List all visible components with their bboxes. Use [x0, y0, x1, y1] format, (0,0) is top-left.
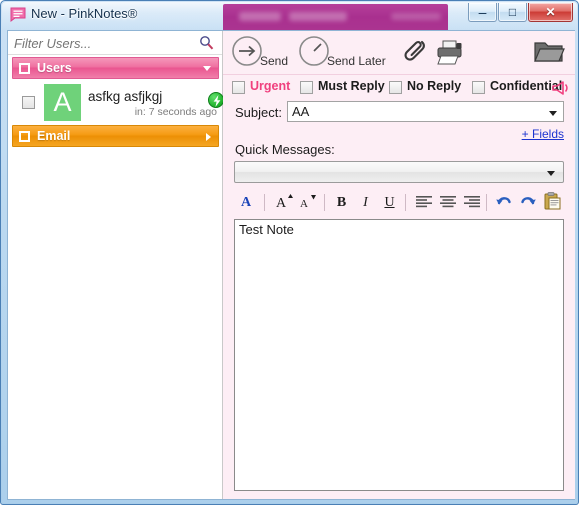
svg-text:A: A: [275, 196, 286, 211]
subject-input[interactable]: [292, 104, 542, 119]
subject-label: Subject:: [235, 105, 282, 120]
sidebar-group-users[interactable]: Users: [12, 57, 219, 79]
decrease-font-icon[interactable]: A: [296, 191, 319, 214]
maximize-icon: □: [508, 5, 517, 19]
group-users-checkbox[interactable]: [19, 63, 30, 74]
checkbox-box: [300, 81, 313, 94]
minimize-icon: –: [478, 4, 487, 20]
speaker-icon[interactable]: [550, 79, 570, 102]
sidebar-group-email[interactable]: Email: [12, 125, 219, 147]
redacted-text-block: [289, 12, 347, 21]
redacted-text-block: [239, 12, 281, 21]
svg-text:A: A: [300, 198, 308, 210]
font-color-icon[interactable]: A: [234, 191, 257, 214]
user-last-seen: in: 7 seconds ago: [134, 106, 217, 118]
message-flags-row: Urgent Must Reply No Reply Confidential: [223, 75, 575, 101]
align-left-icon[interactable]: [412, 191, 435, 214]
online-bolt-icon: [208, 92, 224, 108]
send-button[interactable]: Send: [260, 54, 288, 68]
quick-messages-label: Quick Messages:: [235, 142, 335, 157]
format-toolbar: A A A B I U: [234, 191, 564, 216]
window-inner: New - PinkNotes® – □ ✕ Filter Users... U…: [2, 2, 577, 503]
add-fields-link[interactable]: + Fields: [522, 127, 564, 141]
close-icon: ✕: [545, 5, 556, 19]
recipient-banner[interactable]: [223, 4, 448, 30]
underline-icon[interactable]: U: [378, 191, 401, 214]
close-button[interactable]: ✕: [528, 3, 573, 22]
message-body-text: Test Note: [239, 222, 294, 237]
align-right-icon[interactable]: [460, 191, 483, 214]
recipients-panel: Users A asfkg asfjkgj in: 7 seconds ago …: [8, 31, 224, 499]
checkbox-box: [232, 81, 245, 94]
quick-messages-select[interactable]: [234, 161, 564, 183]
search-icon[interactable]: [199, 35, 214, 50]
svg-text:A: A: [240, 195, 251, 210]
undo-icon[interactable]: [492, 191, 515, 214]
paperclip-icon[interactable]: [404, 37, 430, 72]
note-icon: [10, 7, 26, 22]
compose-toolbar: Send Send Later: [223, 31, 575, 75]
list-item[interactable]: A asfkg asfjkgj in: 7 seconds ago: [12, 81, 224, 124]
increase-font-icon[interactable]: A: [272, 191, 295, 214]
group-users-label: Users: [37, 61, 72, 75]
redacted-text-block: [391, 13, 441, 20]
must-reply-label: Must Reply: [318, 79, 385, 93]
italic-icon[interactable]: I: [354, 191, 377, 214]
toolbar-separator: [264, 194, 265, 211]
window-title: New - PinkNotes®: [31, 6, 138, 21]
align-center-icon[interactable]: [436, 191, 459, 214]
maximize-button[interactable]: □: [498, 3, 527, 22]
toolbar-separator: [405, 194, 406, 211]
chevron-right-icon[interactable]: [206, 133, 211, 141]
arrow-right-circle-icon[interactable]: [231, 35, 263, 72]
toolbar-separator: [324, 194, 325, 211]
group-email-label: Email: [37, 129, 71, 143]
paste-icon[interactable]: [540, 191, 563, 214]
urgent-label: Urgent: [250, 79, 291, 93]
minimize-button[interactable]: –: [468, 3, 497, 22]
compose-panel: Send Send Later Urgent Must Reply No Rep…: [223, 4, 575, 499]
message-body-editor[interactable]: Test Note: [234, 219, 564, 491]
send-later-button[interactable]: Send Later: [327, 54, 386, 68]
filter-row: [8, 31, 222, 55]
checkbox-box: [472, 81, 485, 94]
user-name: asfkg asfjkgj: [88, 89, 163, 104]
bold-icon[interactable]: B: [330, 191, 353, 214]
printer-icon[interactable]: [435, 39, 465, 70]
redo-icon[interactable]: [516, 191, 539, 214]
no-reply-label: No Reply: [407, 79, 462, 93]
client-area: Users A asfkg asfjkgj in: 7 seconds ago …: [7, 4, 575, 500]
clock-circle-icon[interactable]: [298, 35, 330, 72]
chevron-down-icon[interactable]: [547, 171, 555, 176]
application-window: New - PinkNotes® – □ ✕ Filter Users... U…: [0, 0, 579, 505]
subject-combobox[interactable]: [287, 101, 564, 122]
group-email-checkbox[interactable]: [19, 131, 30, 142]
toolbar-separator: [486, 194, 487, 211]
open-folder-icon[interactable]: [533, 38, 565, 71]
chevron-down-icon[interactable]: [549, 111, 557, 116]
checkbox-box: [389, 81, 402, 94]
search-input[interactable]: [14, 34, 190, 52]
chevron-down-icon[interactable]: [203, 66, 211, 71]
subject-row: Subject:: [223, 101, 575, 126]
